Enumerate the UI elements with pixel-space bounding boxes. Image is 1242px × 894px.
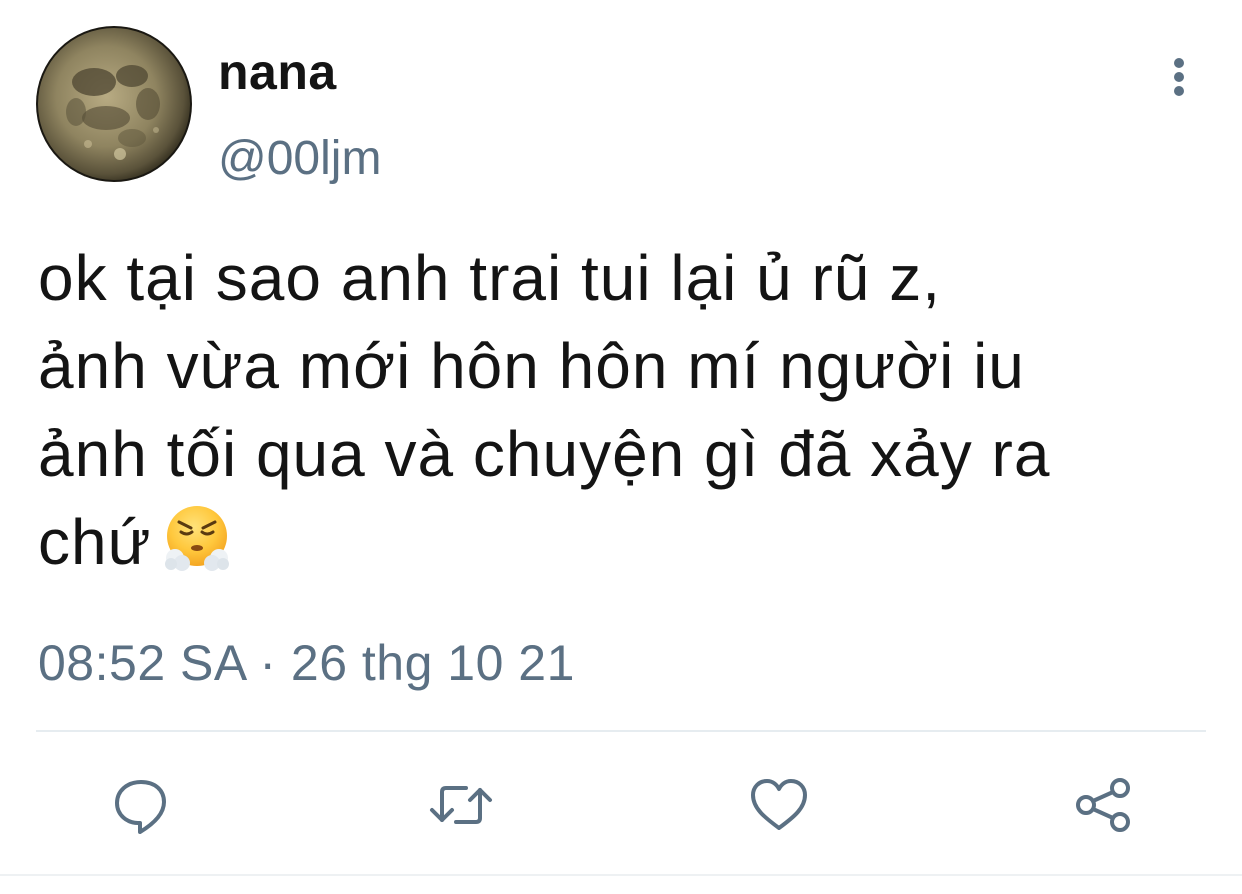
tweet-text: ok tại sao anh trai tui lại ủ rũ z, ảnh …: [38, 234, 1218, 586]
like-button[interactable]: [744, 770, 814, 840]
more-dot-icon: [1174, 72, 1184, 82]
more-dot-icon: [1174, 58, 1184, 68]
share-button[interactable]: [1068, 770, 1138, 840]
more-options-button[interactable]: [1160, 52, 1200, 102]
tweet-detail: nana @00ljm ok tại sao anh trai tui lại …: [0, 0, 1242, 894]
avatar[interactable]: [36, 26, 192, 182]
user-handle[interactable]: @00ljm: [218, 130, 381, 188]
full-moon-avatar-icon: [36, 26, 192, 182]
tweet-text-line: ok tại sao anh trai tui lại ủ rũ z,: [38, 242, 941, 314]
tweet-actions-bar: [0, 760, 1242, 850]
more-dot-icon: [1174, 86, 1184, 96]
retweet-button[interactable]: [426, 770, 496, 840]
bottom-border: [0, 874, 1242, 876]
heart-icon: [751, 779, 807, 830]
tweet-text-line: chứ: [38, 506, 152, 578]
tweet-text-line: ảnh vừa mới hôn hôn mí người iu: [38, 330, 1025, 402]
tweet-timestamp[interactable]: 08:52 SA · 26 thg 10 21: [38, 632, 575, 694]
retweet-icon: [430, 786, 492, 824]
reply-icon: [115, 780, 166, 834]
reply-button[interactable]: [106, 770, 176, 840]
face-with-steam-from-nose-icon: [161, 502, 233, 574]
tweet-text-last-line: chứ: [38, 498, 1218, 586]
display-name[interactable]: nana: [218, 42, 337, 102]
divider: [36, 730, 1206, 732]
tweet-text-line: ảnh tối qua và chuyện gì đã xảy ra: [38, 418, 1051, 490]
share-icon: [1076, 778, 1130, 832]
